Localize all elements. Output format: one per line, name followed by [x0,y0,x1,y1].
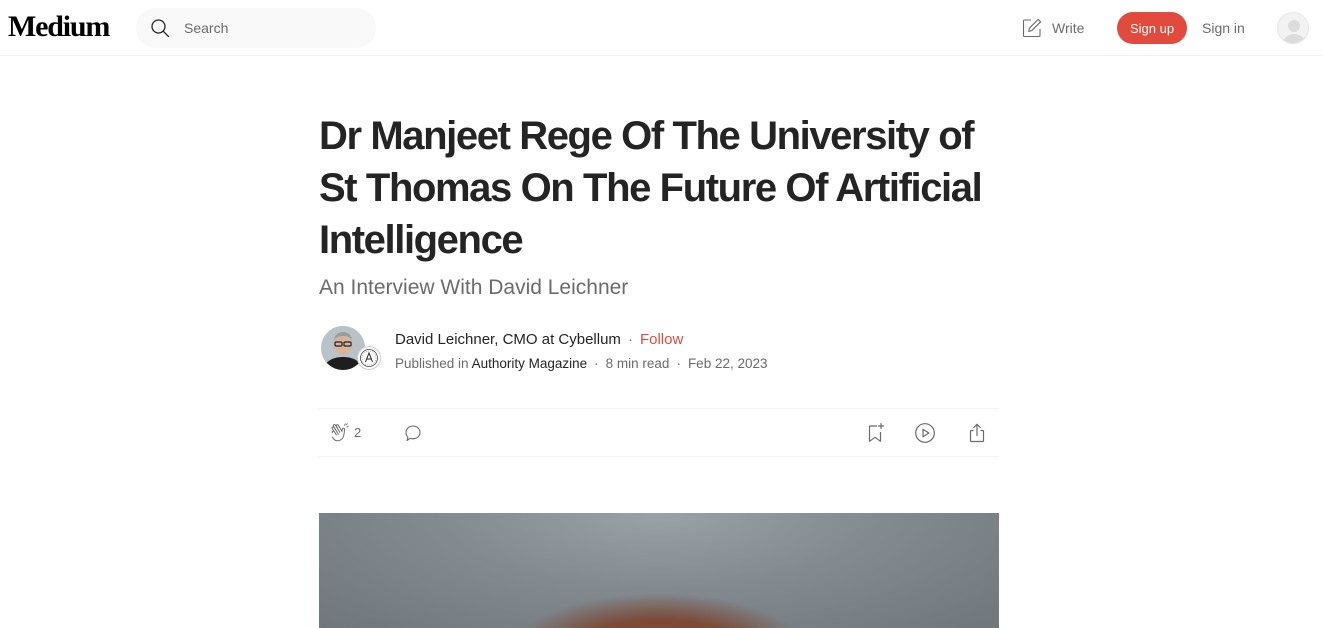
search-icon[interactable] [150,18,170,38]
sign-up-button[interactable]: Sign up [1117,12,1187,44]
author-line: David Leichner, CMO at Cybellum · Follow [395,330,683,350]
top-navigation-bar: Medium Write Sign up Sign in [0,0,1323,56]
default-user-icon [1282,20,1306,43]
user-avatar[interactable] [1277,12,1309,44]
author-name[interactable]: David Leichner, CMO at Cybellum [395,331,621,348]
clap-count[interactable]: 2 [354,425,361,440]
published-in-label: Published in [395,356,469,371]
article-subtitle: An Interview With David Leichner [319,276,629,299]
follow-button[interactable]: Follow [640,331,683,348]
share-icon[interactable] [965,421,989,445]
publication-line: Published in Authority Magazine · 8 min re… [395,355,768,373]
sign-in-link[interactable]: Sign in [1202,20,1245,36]
publication-badge[interactable] [357,346,381,370]
comment-icon[interactable] [402,422,424,444]
clap-icon[interactable] [328,422,350,444]
publication-link[interactable]: Authority Magazine [472,356,588,371]
write-icon [1021,17,1043,39]
play-icon[interactable] [913,421,937,445]
publish-date: Feb 22, 2023 [687,356,768,371]
separator-dot: · [627,331,633,348]
article-title: Dr Manjeet Rege Of The University of St … [319,114,983,262]
article-hero-image [319,513,999,628]
search-input[interactable] [184,17,364,39]
write-button[interactable]: Write [1021,16,1084,40]
bookmark-icon[interactable] [863,421,887,445]
separator-dot: · [594,356,599,371]
medium-logo[interactable]: Medium [8,10,110,44]
authority-magazine-icon [360,349,378,367]
write-label: Write [1052,20,1085,36]
search-box[interactable] [136,8,376,48]
read-time: 8 min read [605,356,670,371]
separator-dot: · [676,356,681,371]
article-action-bar: 2 [319,408,999,457]
